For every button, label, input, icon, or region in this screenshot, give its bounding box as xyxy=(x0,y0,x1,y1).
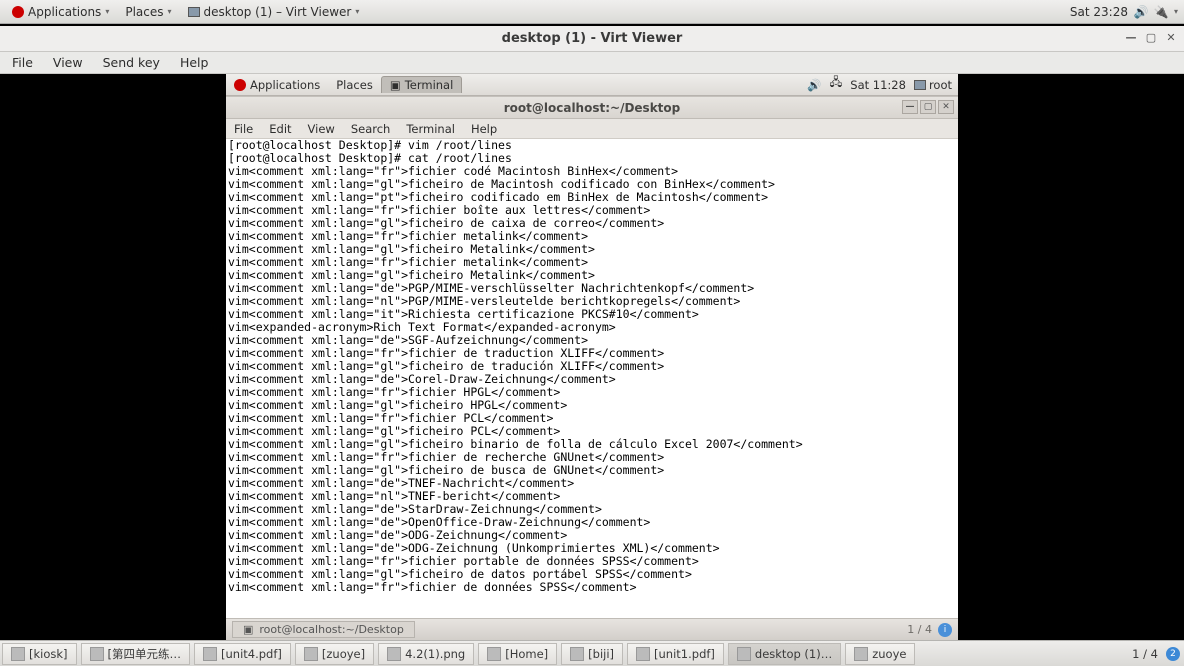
host-applications-label: Applications xyxy=(28,5,101,19)
host-workspace-label: 1 / 4 xyxy=(1132,647,1158,661)
chevron-down-icon: ▾ xyxy=(355,7,359,16)
vv-menu-help[interactable]: Help xyxy=(170,53,219,72)
redhat-icon xyxy=(234,79,246,91)
user-menu[interactable]: root xyxy=(914,78,952,92)
guest-top-panel: Applications Places ▣ Terminal 🔊 🖧 Sat 1… xyxy=(226,74,958,96)
host-applications-menu[interactable]: Applications ▾ xyxy=(6,3,115,21)
window-icon xyxy=(90,647,104,661)
virt-viewer-display[interactable]: Applications Places ▣ Terminal 🔊 🖧 Sat 1… xyxy=(0,74,1184,640)
taskbar-button[interactable]: zuoye xyxy=(845,643,915,665)
guest-tab-label: Terminal xyxy=(405,78,454,92)
taskbar-button[interactable]: [zuoye] xyxy=(295,643,374,665)
host-places-label: Places xyxy=(125,5,163,19)
close-button[interactable]: ✕ xyxy=(1164,30,1178,44)
taskbar-button[interactable]: 4.2(1).png xyxy=(378,643,474,665)
taskbar-button[interactable]: [biji] xyxy=(561,643,623,665)
taskbar-button[interactable]: [Home] xyxy=(478,643,557,665)
taskbar-label: 4.2(1).png xyxy=(405,647,465,661)
monitor-icon xyxy=(914,80,926,90)
taskbar-label: desktop (1)… xyxy=(755,647,832,661)
battery-icon[interactable]: 🔌 xyxy=(1154,5,1168,19)
guest-clock[interactable]: Sat 11:28 xyxy=(850,78,906,92)
host-places-menu[interactable]: Places ▾ xyxy=(119,3,177,21)
taskbar-label: [kiosk] xyxy=(29,647,68,661)
term-menu-terminal[interactable]: Terminal xyxy=(398,121,463,137)
window-icon xyxy=(737,647,751,661)
guest-window-tab-terminal[interactable]: ▣ Terminal xyxy=(381,76,462,93)
term-menu-file[interactable]: File xyxy=(226,121,261,137)
taskbar-label: [Home] xyxy=(505,647,548,661)
guest-user-label: root xyxy=(929,78,952,92)
term-menu-help[interactable]: Help xyxy=(463,121,505,137)
guest-applications-label: Applications xyxy=(250,78,320,92)
terminal-icon: ▣ xyxy=(390,78,401,92)
notification-badge[interactable]: 2 xyxy=(1166,647,1180,661)
term-menu-edit[interactable]: Edit xyxy=(261,121,299,137)
taskbar-button[interactable]: [unit4.pdf] xyxy=(194,643,291,665)
guest-taskbar-label: root@localhost:~/Desktop xyxy=(259,623,403,636)
terminal-output[interactable]: [root@localhost Desktop]# vim /root/line… xyxy=(226,139,958,618)
terminal-titlebar[interactable]: root@localhost:~/Desktop — ▢ ✕ xyxy=(226,97,958,119)
window-icon xyxy=(203,647,217,661)
host-top-panel: Applications ▾ Places ▾ desktop (1) – Vi… xyxy=(0,0,1184,24)
terminal-title: root@localhost:~/Desktop xyxy=(504,101,681,115)
info-icon[interactable]: i xyxy=(938,623,952,637)
taskbar-label: [第四单元练… xyxy=(108,646,182,662)
virt-viewer-window: desktop (1) - Virt Viewer — ▢ ✕ File Vie… xyxy=(0,26,1184,640)
guest-places-menu[interactable]: Places xyxy=(328,76,381,94)
volume-icon[interactable]: 🔊 xyxy=(1134,5,1148,19)
terminal-icon: ▣ xyxy=(243,623,253,636)
vv-menu-view[interactable]: View xyxy=(43,53,93,72)
network-icon[interactable]: 🖧 xyxy=(829,75,842,94)
taskbar-label: [biji] xyxy=(588,647,614,661)
volume-icon[interactable]: 🔊 xyxy=(807,78,821,92)
terminal-minimize-button[interactable]: — xyxy=(902,100,918,114)
chevron-down-icon: ▾ xyxy=(105,7,109,16)
minimize-button[interactable]: — xyxy=(1124,30,1138,44)
taskbar-button[interactable]: [kiosk] xyxy=(2,643,77,665)
term-menu-search[interactable]: Search xyxy=(343,121,399,137)
redhat-icon xyxy=(12,6,24,18)
host-active-app-menu[interactable]: desktop (1) – Virt Viewer ▾ xyxy=(182,3,366,21)
terminal-menubar: File Edit View Search Terminal Help xyxy=(226,119,958,139)
terminal-close-button[interactable]: ✕ xyxy=(938,100,954,114)
guest-bottom-panel: ▣ root@localhost:~/Desktop 1 / 4 i xyxy=(226,618,958,640)
guest-desktop: Applications Places ▣ Terminal 🔊 🖧 Sat 1… xyxy=(226,74,958,640)
taskbar-button[interactable]: [第四单元练… xyxy=(81,643,191,665)
host-clock[interactable]: Sat 23:28 xyxy=(1070,5,1128,19)
guest-places-label: Places xyxy=(336,78,373,92)
vv-menu-file[interactable]: File xyxy=(2,53,43,72)
window-icon xyxy=(304,647,318,661)
virt-viewer-menubar: File View Send key Help xyxy=(0,52,1184,74)
chevron-down-icon: ▾ xyxy=(167,7,171,16)
monitor-icon xyxy=(188,7,200,17)
host-active-app-label: desktop (1) – Virt Viewer xyxy=(204,5,352,19)
terminal-maximize-button[interactable]: ▢ xyxy=(920,100,936,114)
virt-viewer-title: desktop (1) - Virt Viewer xyxy=(502,31,683,46)
chevron-down-icon: ▾ xyxy=(1174,7,1178,16)
term-menu-view[interactable]: View xyxy=(300,121,343,137)
host-workspace-switcher[interactable]: 1 / 4 xyxy=(1128,647,1162,661)
virt-viewer-titlebar[interactable]: desktop (1) - Virt Viewer — ▢ ✕ xyxy=(0,26,1184,52)
taskbar-label: zuoye xyxy=(872,647,906,661)
guest-applications-menu[interactable]: Applications xyxy=(226,76,328,94)
window-icon xyxy=(570,647,584,661)
window-icon xyxy=(11,647,25,661)
taskbar-label: [unit4.pdf] xyxy=(221,647,282,661)
vv-menu-sendkey[interactable]: Send key xyxy=(93,53,170,72)
host-bottom-panel: [kiosk] [第四单元练… [unit4.pdf] [zuoye] 4.2(1).p… xyxy=(0,640,1184,666)
guest-taskbar-terminal[interactable]: ▣ root@localhost:~/Desktop xyxy=(232,621,415,638)
window-icon xyxy=(487,647,501,661)
terminal-window: root@localhost:~/Desktop — ▢ ✕ File Edit… xyxy=(226,96,958,640)
taskbar-button[interactable]: [unit1.pdf] xyxy=(627,643,724,665)
taskbar-button[interactable]: desktop (1)… xyxy=(728,643,841,665)
maximize-button[interactable]: ▢ xyxy=(1144,30,1158,44)
window-icon xyxy=(854,647,868,661)
taskbar-label: [zuoye] xyxy=(322,647,365,661)
taskbar-label: [unit1.pdf] xyxy=(654,647,715,661)
window-icon xyxy=(636,647,650,661)
guest-workspace-indicator[interactable]: 1 / 4 xyxy=(907,623,932,636)
window-icon xyxy=(387,647,401,661)
